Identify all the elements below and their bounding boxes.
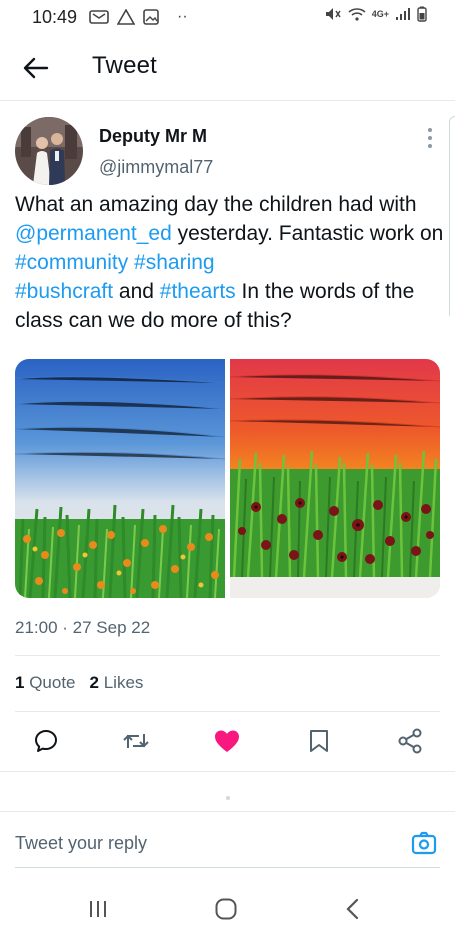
tweet-text-segment: yesterday. Fantastic work on xyxy=(171,222,444,245)
avatar[interactable] xyxy=(15,117,83,185)
top-app-bar: Tweet xyxy=(0,40,455,96)
media-image-2[interactable] xyxy=(230,359,440,598)
share-button[interactable] xyxy=(395,726,425,756)
painting-sky-meadow xyxy=(15,359,225,598)
hashtag-link[interactable]: #bushcraft xyxy=(15,280,113,303)
recent-apps-button[interactable] xyxy=(83,894,113,924)
hashtag-link[interactable]: #thearts xyxy=(160,280,236,303)
warning-icon xyxy=(117,9,136,25)
tweet-text-segment: and xyxy=(113,280,160,303)
header-divider xyxy=(0,100,455,101)
share-icon xyxy=(398,728,422,754)
media-image-1[interactable] xyxy=(15,359,225,598)
status-time: 10:49 xyxy=(32,6,78,27)
divider xyxy=(15,655,440,656)
bookmark-button[interactable] xyxy=(304,726,334,756)
user-handle[interactable]: @jimmymal77 xyxy=(99,157,213,178)
status-dots: ·· xyxy=(177,8,188,25)
back-button[interactable] xyxy=(20,52,52,84)
like-button[interactable] xyxy=(212,726,242,756)
chevron-left-icon xyxy=(346,898,359,920)
tweet-timestamp[interactable]: 21:00 · 27 Sep 22 xyxy=(15,618,150,638)
bookmark-icon xyxy=(310,730,328,752)
home-button[interactable] xyxy=(211,894,241,924)
pager-dot xyxy=(226,796,230,800)
avatar-photo xyxy=(15,117,83,185)
quotes-stat[interactable]: 1 Quote xyxy=(15,673,76,693)
tweet-stats: 1 Quote 2 Likes xyxy=(15,673,143,693)
reply-underline xyxy=(15,867,440,868)
scroll-edge xyxy=(449,116,455,316)
battery-icon xyxy=(417,6,427,22)
divider xyxy=(15,711,440,712)
reply-input[interactable] xyxy=(15,833,375,854)
hashtag-link[interactable]: #sharing xyxy=(134,251,215,274)
camera-button[interactable] xyxy=(410,829,438,857)
divider xyxy=(0,771,455,772)
signal-icon xyxy=(396,8,410,20)
retweet-icon xyxy=(123,734,149,748)
image-icon xyxy=(143,9,159,25)
retweet-button[interactable] xyxy=(121,726,151,756)
more-vertical-icon xyxy=(428,128,432,148)
heart-icon xyxy=(215,730,239,752)
page-title: Tweet xyxy=(92,52,158,79)
display-name[interactable]: Deputy Mr M xyxy=(99,126,207,147)
hashtag-link[interactable]: #community xyxy=(15,251,128,274)
likes-label: Likes xyxy=(103,673,144,692)
system-nav-bar xyxy=(0,880,455,936)
arrow-left-icon xyxy=(23,57,49,79)
more-options-button[interactable] xyxy=(420,124,440,152)
back-nav-button[interactable] xyxy=(338,894,368,924)
painting-sunset-poppies xyxy=(230,359,440,598)
mute-icon xyxy=(325,8,341,20)
likes-count: 2 xyxy=(89,673,99,692)
camera-icon xyxy=(411,831,437,855)
likes-stat[interactable]: 2 Likes xyxy=(90,673,144,693)
divider xyxy=(0,811,455,812)
home-icon xyxy=(215,898,237,920)
reply-button[interactable] xyxy=(31,726,61,756)
tweet-text-segment: What an amazing day the children had wit… xyxy=(15,193,417,216)
network-label: 4G+ xyxy=(371,9,389,19)
tweet-text: What an amazing day the children had wit… xyxy=(15,190,445,335)
recents-icon xyxy=(90,901,106,917)
notification-icon xyxy=(89,10,109,24)
mention-link[interactable]: @permanent_ed xyxy=(15,222,172,245)
comment-icon xyxy=(35,730,57,752)
quotes-count: 1 xyxy=(15,673,25,692)
wifi-icon xyxy=(348,8,366,21)
status-bar: 10:49 ·· 4G+ xyxy=(0,0,455,34)
tweet-media xyxy=(15,359,440,598)
quotes-label: Quote xyxy=(29,673,76,692)
tweet-action-bar xyxy=(0,722,455,762)
